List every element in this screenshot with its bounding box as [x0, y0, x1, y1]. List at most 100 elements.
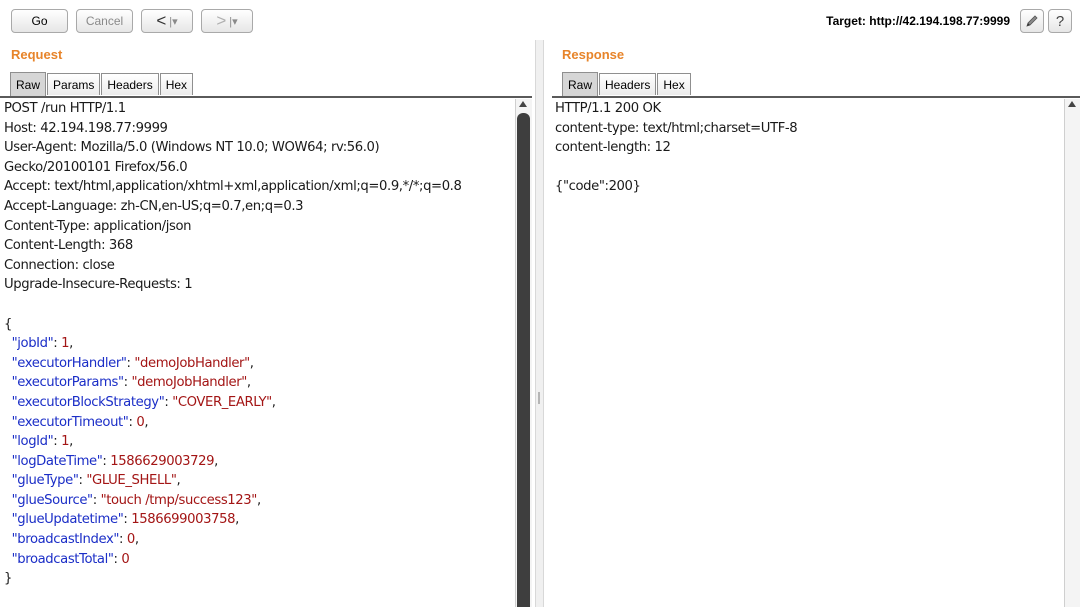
back-arrow-icon: <: [156, 11, 167, 30]
response-body: {"code":200}: [555, 179, 641, 195]
back-button[interactable]: < |▾: [141, 9, 193, 33]
edit-target-button[interactable]: [1020, 9, 1044, 33]
json-key: "jobId": [11, 336, 54, 352]
json-separator: :: [119, 532, 127, 548]
json-value: "GLUE_SHELL": [86, 473, 177, 489]
request-tabs: Raw Params Headers Hex: [10, 72, 194, 97]
tab-request-hex[interactable]: Hex: [159, 73, 194, 95]
json-comma: ,: [235, 512, 239, 528]
json-value: "demoJobHandler": [134, 355, 250, 371]
help-button[interactable]: ?: [1048, 9, 1072, 33]
json-value: "touch /tmp/success123": [100, 492, 258, 508]
json-key: "broadcastTotal": [11, 551, 114, 567]
response-tab-underline: [552, 96, 1080, 98]
request-line: Connection: close: [4, 257, 115, 273]
forward-dropdown-icon: |▾: [229, 15, 238, 28]
request-line: Gecko/20100101 Firefox/56.0: [4, 159, 188, 175]
json-value: 0: [121, 551, 130, 567]
response-line: content-type: text/html;charset=UTF-8: [555, 120, 798, 136]
response-title: Response: [562, 47, 625, 62]
json-separator: :: [53, 434, 62, 450]
response-tabs: Raw Headers Hex: [562, 72, 692, 97]
json-entry: "executorHandler": "demoJobHandler",: [4, 354, 514, 374]
help-icon: ?: [1055, 12, 1065, 30]
request-editor[interactable]: POST /run HTTP/1.1 Host: 42.194.198.77:9…: [4, 99, 514, 607]
json-entry: "glueUpdatetime": 1586699003758,: [4, 510, 514, 530]
json-key: "logId": [11, 434, 54, 450]
back-dropdown-icon: |▾: [169, 15, 178, 28]
json-value: 0: [126, 532, 135, 548]
tab-response-headers[interactable]: Headers: [599, 73, 657, 95]
forward-arrow-icon: >: [216, 11, 227, 30]
json-entry: "executorBlockStrategy": "COVER_EARLY",: [4, 393, 514, 413]
json-key: "glueType": [11, 473, 79, 489]
tab-response-hex[interactable]: Hex: [657, 73, 691, 95]
json-value: 1: [61, 336, 70, 352]
json-entry: "broadcastIndex": 0,: [4, 530, 514, 550]
json-key: "broadcastIndex": [11, 532, 120, 548]
json-value: "demoJobHandler": [131, 375, 248, 391]
toolbar: Go Cancel < |▾ > |▾ Target: http://42.194.…: [0, 0, 1080, 40]
scroll-up-arrow-icon[interactable]: [1068, 101, 1076, 107]
json-entry: "jobId": 1,: [4, 334, 514, 354]
json-comma: ,: [144, 414, 149, 430]
json-entry: "logDateTime": 1586629003729,: [4, 452, 514, 472]
json-comma: ,: [176, 473, 181, 489]
request-line: Upgrade-Insecure-Requests: 1: [4, 277, 193, 293]
splitter-grip-icon: [538, 392, 540, 404]
json-value: 1: [61, 434, 70, 450]
request-line: Host: 42.194.198.77:9999: [4, 120, 168, 136]
tab-request-params[interactable]: Params: [47, 73, 101, 95]
json-close-brace: }: [4, 571, 12, 587]
json-comma: ,: [134, 532, 139, 548]
request-line: Content-Length: 368: [4, 238, 133, 254]
json-comma: ,: [214, 453, 218, 469]
json-comma: ,: [69, 336, 73, 352]
json-entry: "glueSource": "touch /tmp/success123",: [4, 491, 514, 511]
json-key: "glueUpdatetime": [11, 512, 124, 528]
json-key: "executorTimeout": [11, 414, 129, 430]
request-line: User-Agent: Mozilla/5.0 (Windows NT 10.0…: [4, 140, 380, 156]
tab-response-raw[interactable]: Raw: [562, 72, 599, 96]
json-separator: :: [53, 336, 62, 352]
json-comma: ,: [256, 492, 261, 508]
json-separator: :: [92, 492, 101, 508]
go-button[interactable]: Go: [11, 9, 68, 33]
json-entry: "glueType": "GLUE_SHELL",: [4, 471, 514, 491]
request-line: POST /run HTTP/1.1: [4, 101, 126, 116]
forward-button[interactable]: > |▾: [201, 9, 253, 33]
request-line: Accept: text/html,application/xhtml+xml,…: [4, 179, 462, 195]
request-line: [4, 295, 514, 315]
response-line: HTTP/1.1 200 OK: [555, 101, 661, 116]
json-value: "COVER_EARLY": [172, 394, 272, 410]
request-line: Accept-Language: zh-CN,en-US;q=0.7,en;q=…: [4, 198, 304, 214]
response-line: content-length: 12: [555, 140, 671, 156]
json-entry: "broadcastTotal": 0: [4, 550, 514, 570]
request-title: Request: [11, 47, 63, 62]
response-editor[interactable]: HTTP/1.1 200 OK content-type: text/html;…: [555, 99, 1060, 607]
json-key: "executorParams": [11, 375, 124, 391]
request-line: Content-Type: application/json: [4, 218, 192, 234]
tab-request-raw[interactable]: Raw: [10, 72, 47, 96]
json-entry: "executorParams": "demoJobHandler",: [4, 373, 514, 393]
request-tab-underline: [0, 96, 532, 98]
response-scrollbar[interactable]: [1064, 99, 1080, 607]
json-separator: :: [123, 375, 132, 391]
request-scroll-thumb[interactable]: [517, 113, 530, 607]
scroll-up-arrow-icon[interactable]: [519, 101, 527, 107]
json-open-brace: {: [4, 316, 12, 332]
cancel-button[interactable]: Cancel: [76, 9, 133, 33]
json-comma: ,: [69, 434, 73, 450]
target-label: Target: http://42.194.198.77:9999: [826, 14, 1010, 28]
pencil-icon: [1026, 15, 1038, 27]
json-comma: ,: [246, 375, 251, 391]
json-entry: "executorTimeout": 0,: [4, 413, 514, 433]
panel-splitter[interactable]: [535, 40, 544, 607]
tab-request-headers[interactable]: Headers: [101, 73, 159, 95]
json-value: 1586699003758: [131, 512, 236, 528]
json-entry: "logId": 1,: [4, 432, 514, 452]
json-comma: ,: [271, 394, 276, 410]
json-key: "glueSource": [11, 492, 94, 508]
json-key: "executorBlockStrategy": [11, 394, 165, 410]
request-scrollbar[interactable]: [515, 99, 532, 607]
